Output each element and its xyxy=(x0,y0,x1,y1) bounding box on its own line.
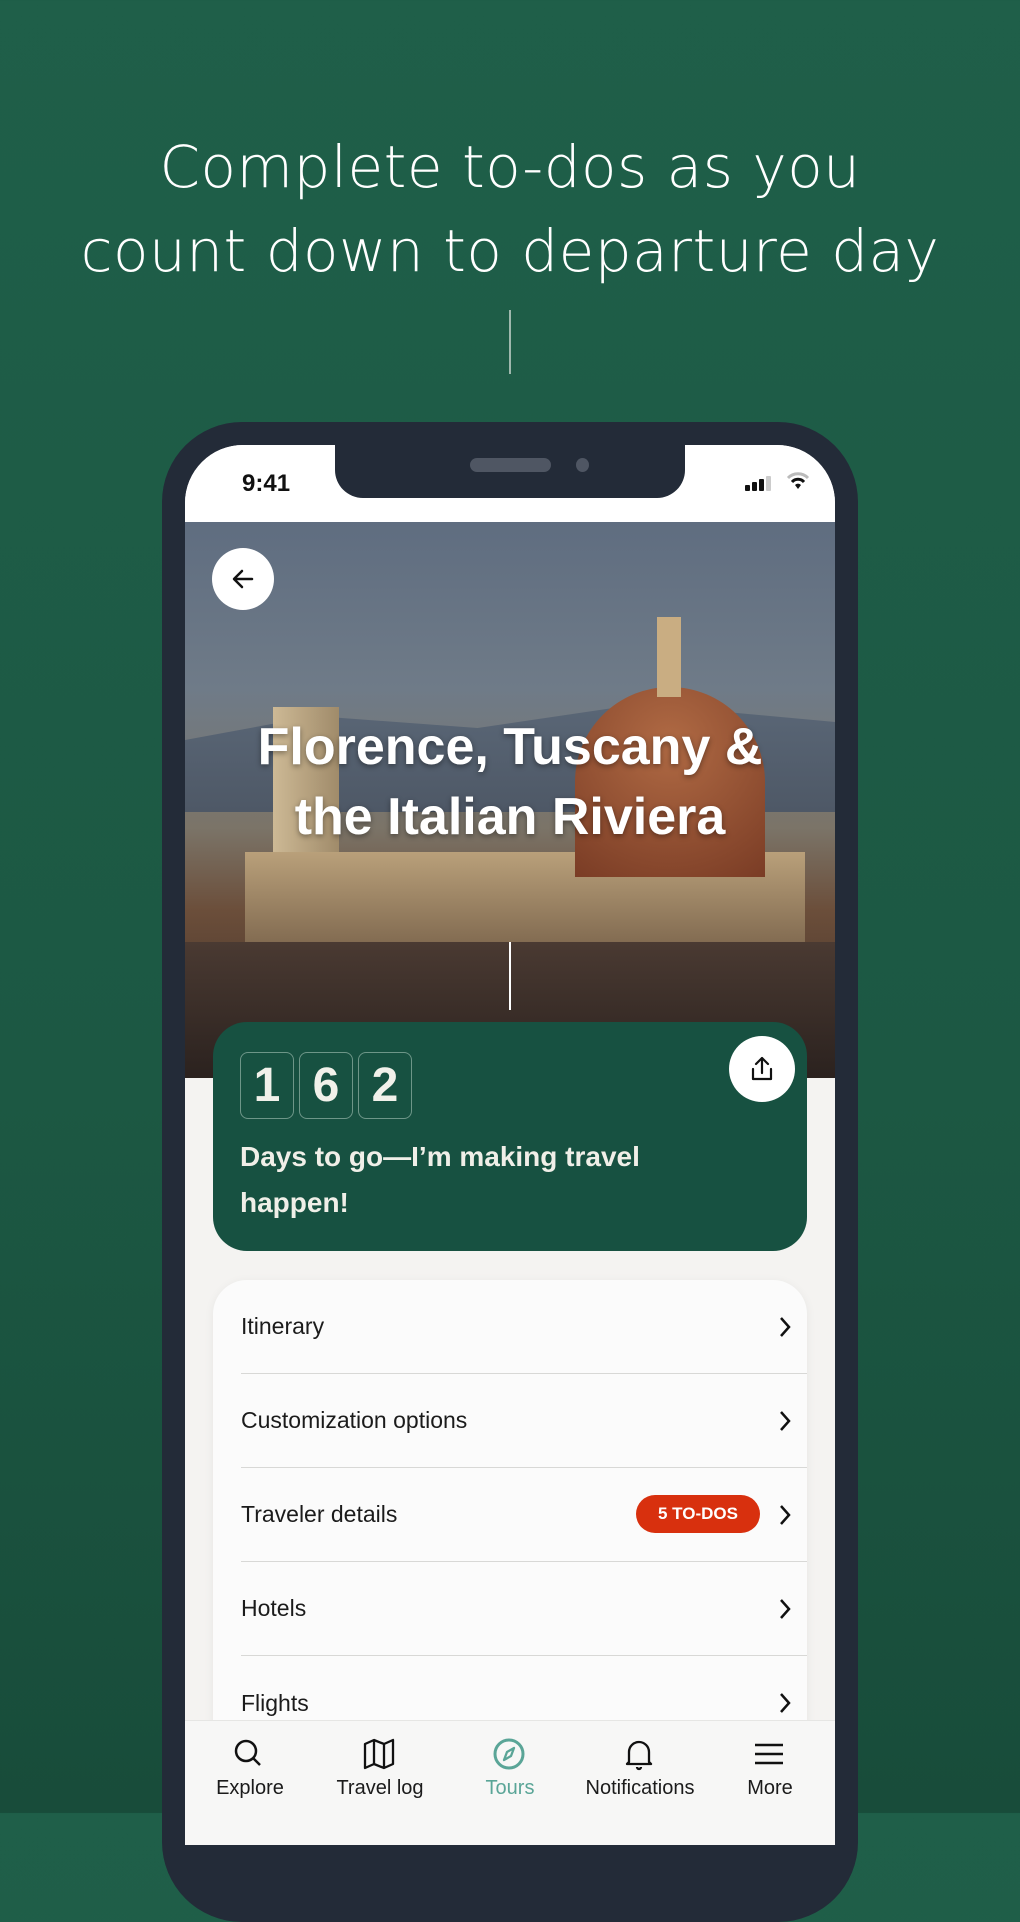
tab-bar: Explore Travel log Tours Notifications M… xyxy=(185,1720,835,1845)
share-button[interactable] xyxy=(729,1036,795,1102)
wifi-icon xyxy=(786,472,810,489)
tab-label: Notifications xyxy=(585,1777,695,1799)
chevron-right-icon xyxy=(780,1693,791,1713)
chevron-right-icon xyxy=(780,1411,791,1431)
back-button[interactable] xyxy=(212,548,274,610)
menu-icon xyxy=(755,1743,783,1765)
compass-icon xyxy=(493,1738,525,1770)
headline-line-2: count down to departure day xyxy=(80,217,940,285)
menu-item-label: Traveler details xyxy=(241,1501,398,1527)
tour-title-line-2: the Italian Riviera xyxy=(294,788,726,846)
menu-item-itinerary[interactable]: Itinerary xyxy=(241,1280,807,1374)
menu-item-label: Hotels xyxy=(241,1595,307,1621)
phone-screen: 9:41 Florence, Tuscany & the Italian Riv… xyxy=(185,445,835,1845)
chevron-right-icon xyxy=(780,1505,791,1525)
signal-icon xyxy=(745,476,771,491)
tour-title: Florence, Tuscany & the Italian Riviera xyxy=(185,712,835,852)
countdown-card: 1 6 2 Days to go—I’m making travel happe… xyxy=(213,1022,807,1251)
hero-image: Florence, Tuscany & the Italian Riviera xyxy=(185,522,835,1078)
menu-item-label: Customization options xyxy=(241,1407,468,1433)
status-time: 9:41 xyxy=(242,470,291,497)
menu-item-customization[interactable]: Customization options xyxy=(241,1374,807,1468)
chevron-right-icon xyxy=(780,1599,791,1619)
phone-speaker xyxy=(470,458,551,472)
headline: Complete to-dos as you count down to dep… xyxy=(0,125,1020,293)
countdown-digit: 6 xyxy=(299,1052,353,1119)
share-icon xyxy=(751,1056,773,1081)
todo-badge: 5 TO-DOS xyxy=(636,1495,760,1533)
countdown-message: Days to go—I’m making travel happen! xyxy=(240,1141,640,1218)
arrow-left-icon xyxy=(232,569,254,589)
chevron-right-icon xyxy=(780,1317,791,1337)
menu-item-label: Flights xyxy=(241,1689,309,1716)
search-icon xyxy=(234,1739,261,1766)
menu-item-traveler-details[interactable]: Traveler details 5 TO-DOS xyxy=(241,1468,807,1562)
countdown-digit: 2 xyxy=(358,1052,412,1119)
menu-item-hotels[interactable]: Hotels xyxy=(241,1562,807,1656)
map-icon xyxy=(363,1738,395,1770)
tab-label: Travel log xyxy=(336,1777,424,1799)
tab-label: More xyxy=(747,1777,793,1799)
countdown-digit: 1 xyxy=(240,1052,294,1119)
tab-label: Explore xyxy=(216,1777,284,1799)
phone-camera xyxy=(576,458,589,472)
tab-label: Tours xyxy=(485,1777,535,1799)
countdown-digits: 1 6 2 xyxy=(240,1052,412,1119)
menu-item-label: Itinerary xyxy=(241,1313,325,1339)
tour-title-line-1: Florence, Tuscany & xyxy=(257,718,763,776)
bell-icon xyxy=(625,1740,653,1771)
divider xyxy=(509,310,511,374)
headline-line-1: Complete to-dos as you xyxy=(159,133,861,201)
title-divider xyxy=(509,942,511,1010)
